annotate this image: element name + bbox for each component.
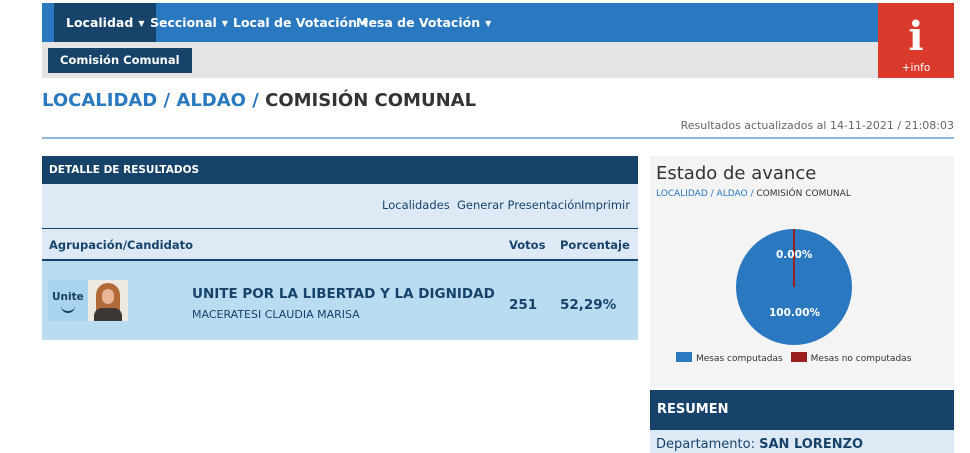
imprimir-link[interactable]: Imprimir	[581, 198, 630, 212]
info-label: +info	[901, 62, 931, 74]
table-row[interactable]: Unite UNITE POR LA LIBERTAD Y LA DIGNIDA…	[42, 261, 638, 340]
avance-breadcrumb-aldao[interactable]: ALDAO	[717, 189, 748, 199]
unite-logo-text: Unite	[52, 291, 84, 303]
legend-swatch-computed	[676, 352, 692, 362]
departamento-value: SAN LORENZO	[759, 437, 864, 452]
breadcrumb-localidad[interactable]: LOCALIDAD	[42, 90, 157, 111]
info-icon: i	[908, 13, 924, 60]
legend-label-computed: Mesas computadas	[696, 354, 783, 364]
resumen-departamento: Departamento: SAN LORENZO	[650, 430, 954, 453]
nav-localidad-label: Localidad	[66, 15, 134, 30]
nav-seccional-label: Seccional	[150, 15, 217, 30]
column-header-votes: Votos	[509, 238, 546, 252]
results-actions: Localidades Generar Presentación Imprimi…	[42, 184, 638, 228]
breadcrumb-separator: /	[163, 90, 171, 111]
avance-breadcrumb-current: COMISIÓN COMUNAL	[756, 189, 851, 199]
updated-timestamp: Resultados actualizados al 14-11-2021 / …	[680, 119, 954, 132]
resumen-panel: RESUMEN Departamento: SAN LORENZO	[650, 390, 954, 453]
progress-pie-chart	[736, 229, 852, 345]
candidate-photo	[88, 280, 128, 321]
resumen-header: RESUMEN	[650, 390, 954, 430]
avance-breadcrumb-separator: /	[750, 189, 754, 199]
pie-legend: Mesas computadas Mesas no computadas	[676, 352, 911, 364]
column-header-percent: Porcentaje	[560, 238, 630, 252]
caret-down-icon: ▼	[485, 19, 492, 28]
breadcrumb-aldao[interactable]: ALDAO	[176, 90, 246, 111]
nav-local-votacion-label: Local de Votación	[233, 15, 357, 30]
title-divider	[42, 137, 954, 139]
votes-value: 251	[509, 297, 538, 313]
avance-breadcrumb: LOCALIDAD / ALDAO / COMISIÓN COMUNAL	[656, 189, 851, 199]
party-logo: Unite	[48, 280, 128, 321]
pie-label-not-computed: 0.00%	[776, 249, 813, 261]
avance-title: Estado de avance	[656, 163, 817, 184]
legend-swatch-not-computed	[790, 352, 807, 362]
avance-panel: Estado de avance LOCALIDAD / ALDAO / COM…	[650, 156, 954, 388]
departamento-label: Departamento:	[656, 437, 755, 452]
results-column-headers: Agrupación/Candidato Votos Porcentaje	[42, 228, 638, 261]
breadcrumb-separator: /	[252, 90, 259, 111]
legend-label-not-computed: Mesas no computadas	[810, 354, 912, 364]
pie-label-computed: 100.00%	[769, 307, 821, 319]
nav-mesa-votacion[interactable]: Mesa de Votación ▼	[344, 3, 503, 42]
info-button[interactable]: i +info	[878, 3, 954, 78]
top-nav: Localidad ▼ Seccional ▼ Local de Votación ▼…	[42, 3, 878, 42]
unite-logo: Unite	[48, 280, 88, 321]
column-header-group: Agrupación/Candidato	[49, 238, 193, 252]
percent-value: 52,29%	[560, 297, 617, 313]
results-panel: DETALLE DE RESULTADOS Localidades Genera…	[42, 156, 638, 340]
smile-icon	[61, 306, 75, 313]
candidate-name: MACERATESI CLAUDIA MARISA	[192, 308, 360, 321]
avance-breadcrumb-separator: /	[710, 189, 714, 199]
sub-nav: Comisión Comunal	[42, 42, 878, 78]
breadcrumb-current: COMISIÓN COMUNAL	[265, 90, 477, 111]
avance-breadcrumb-localidad[interactable]: LOCALIDAD	[656, 189, 708, 199]
generar-presentacion-link[interactable]: Generar Presentación	[457, 198, 582, 212]
party-name: UNITE POR LA LIBERTAD Y LA DIGNIDAD	[192, 286, 495, 302]
comision-comunal-button[interactable]: Comisión Comunal	[48, 48, 192, 73]
localidades-link[interactable]: Localidades	[382, 198, 450, 212]
nav-mesa-votacion-label: Mesa de Votación	[356, 15, 481, 30]
results-header: DETALLE DE RESULTADOS	[42, 156, 638, 184]
page-title: LOCALIDAD / ALDAO / COMISIÓN COMUNAL	[42, 90, 476, 111]
